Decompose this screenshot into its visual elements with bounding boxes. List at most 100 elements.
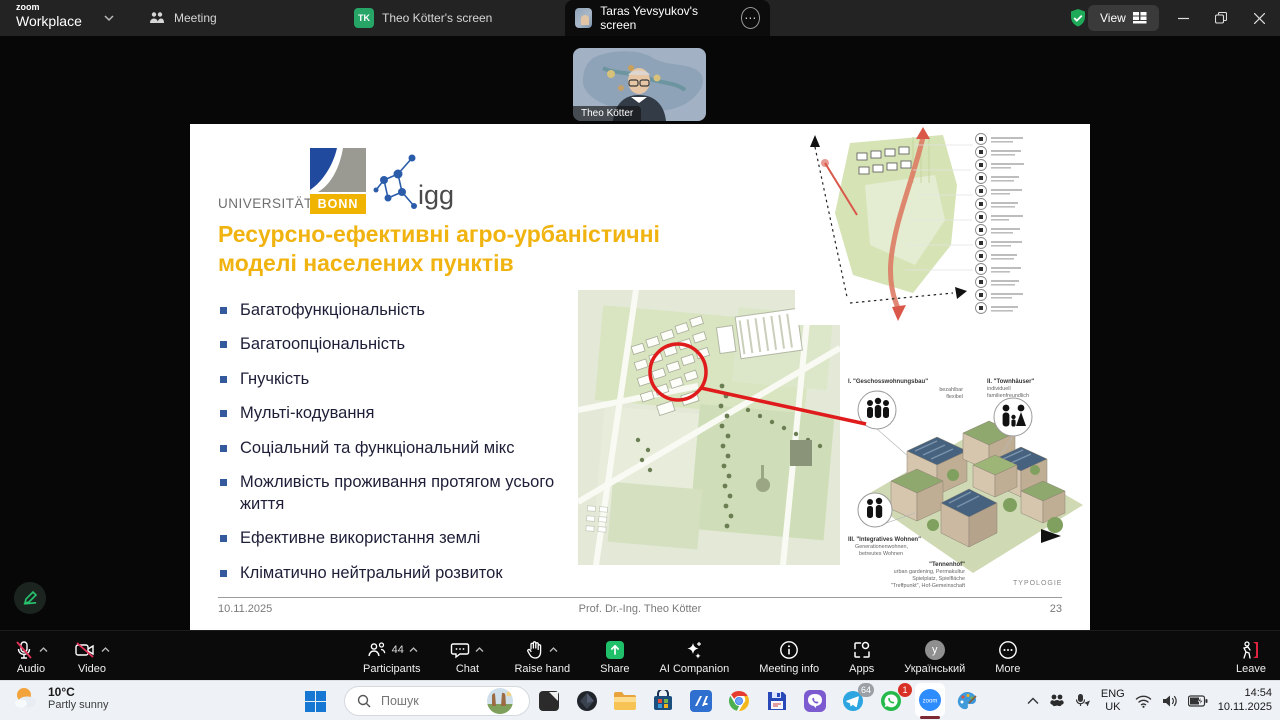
typology-label-2-sub2: familienfreundlich — [987, 393, 1029, 399]
tray-chevron-up-icon[interactable] — [1027, 697, 1039, 705]
video-tile-theo[interactable]: Theo Kötter — [573, 48, 706, 121]
ai-companion-icon — [684, 640, 704, 660]
tab-taras-screen[interactable]: Taras Yevsyukov's screen ⋯ — [565, 0, 770, 36]
interpretation-label: Український — [904, 663, 965, 675]
typology-label-4-title: "Tennenhof" — [929, 562, 965, 568]
more-button[interactable]: More — [982, 631, 1033, 681]
typology-label-4-sub1: urban gardening, Permakultur — [894, 569, 966, 575]
annotate-button[interactable] — [14, 582, 46, 614]
tab-meeting[interactable]: Meeting — [138, 0, 227, 36]
search-input[interactable] — [379, 693, 479, 709]
bullet-item: Соціальний та функціональний мікс — [220, 438, 556, 459]
taskbar-app-ia-icon[interactable] — [686, 687, 716, 715]
windows-logo-icon — [305, 691, 326, 712]
tray-clock[interactable]: 14:54 10.11.2025 — [1218, 687, 1272, 715]
share-button[interactable]: Share — [587, 631, 642, 681]
start-button[interactable] — [300, 687, 330, 715]
meeting-info-button[interactable]: Meeting info — [746, 631, 832, 681]
taskbar-file-explorer-icon[interactable] — [610, 687, 640, 715]
language-indicator[interactable]: ENG UK — [1101, 688, 1125, 713]
view-button-label: View — [1100, 11, 1126, 25]
battery-charging-icon[interactable] — [1188, 695, 1208, 707]
video-label: Video — [78, 663, 106, 675]
wifi-icon[interactable] — [1135, 694, 1152, 708]
taskbar-medoc-floppy-icon[interactable] — [762, 687, 792, 715]
taskbar-whatsapp-icon[interactable]: 1 — [876, 687, 906, 715]
more-icon — [998, 640, 1018, 660]
minimize-button[interactable] — [1162, 0, 1204, 36]
video-button[interactable]: Video — [74, 631, 110, 681]
slide-title: Ресурсно-ефективні агро-урбаністичні мод… — [218, 220, 778, 279]
taskbar-paint-icon[interactable] — [952, 687, 982, 715]
weather-desc: Partly sunny — [48, 699, 109, 711]
audio-options-chevron-icon[interactable] — [39, 647, 48, 653]
participants-button[interactable]: 44 Participants — [350, 631, 433, 681]
tab-more-options-icon[interactable]: ⋯ — [741, 7, 760, 29]
taskbar-chrome-icon[interactable] — [724, 687, 754, 715]
participants-chevron-icon[interactable] — [409, 647, 418, 653]
leave-button[interactable]: Leave — [1236, 631, 1266, 681]
logo-workplace-text: Workplace — [16, 14, 82, 28]
whatsapp-badge: 1 — [898, 683, 912, 697]
slide-page-number: 23 — [1050, 603, 1062, 615]
video-options-chevron-icon[interactable] — [101, 647, 110, 653]
audio-button[interactable]: Audio — [14, 631, 48, 681]
weather-temp: 10°C — [48, 685, 109, 699]
interpretation-button[interactable]: у Український — [891, 631, 978, 681]
taskbar-viber-icon[interactable] — [800, 687, 830, 715]
tray-mic-location-icon[interactable] — [1075, 693, 1091, 709]
igg-label: igg — [418, 180, 454, 211]
speaker-icon[interactable] — [1162, 694, 1178, 708]
taskbar-telegram-icon[interactable]: 64 — [838, 687, 868, 715]
close-button[interactable] — [1238, 0, 1280, 36]
tab-meeting-label: Meeting — [174, 11, 217, 25]
bullet-item: Мульті-кодування — [220, 403, 556, 424]
typology-label-4-sub3: "Treffpunkt", Hof-Gemeinschaft — [891, 583, 966, 589]
more-label: More — [995, 663, 1020, 675]
tk-avatar: TK — [354, 8, 374, 28]
share-screen-icon — [605, 640, 625, 660]
search-highlight-image[interactable] — [487, 688, 513, 714]
tray-app-icon[interactable] — [1049, 693, 1065, 709]
taskbar-zoom-icon[interactable]: zoom — [915, 683, 945, 717]
participants-icon — [366, 640, 387, 660]
taskbar-app-dark-square-icon[interactable] — [534, 687, 564, 715]
view-button[interactable]: View — [1088, 5, 1159, 31]
audio-label: Audio — [17, 663, 45, 675]
meeting-people-icon — [148, 9, 166, 27]
bullet-item: Гнучкість — [220, 369, 556, 390]
chat-chevron-icon[interactable] — [475, 647, 484, 653]
raise-hand-button[interactable]: Raise hand — [501, 631, 583, 681]
typology-label-2-title: II. "Townhäuser" — [987, 379, 1034, 385]
weather-widget[interactable]: 10°C Partly sunny — [12, 685, 109, 711]
typology-label-2-sub1: individuell — [987, 386, 1011, 392]
share-label: Share — [600, 663, 629, 675]
maximize-button[interactable] — [1200, 0, 1242, 36]
zoom-toolbar: Audio Video — [0, 630, 1280, 680]
meeting-info-label: Meeting info — [759, 663, 819, 675]
shared-slide: UNIVERSITÄT BONN igg Ресурсно-ефективні … — [190, 124, 1090, 630]
typology-label-1-sub2: flexibel — [946, 394, 963, 400]
leave-label: Leave — [1236, 663, 1266, 675]
housing-typology-figure: I. "Geschosswohnungsbau" bezahlbar flexi… — [845, 355, 1090, 590]
raise-hand-label: Raise hand — [514, 663, 570, 675]
window-titlebar: zoom Workplace Meeting TK Theo Kötter's … — [0, 0, 1280, 36]
view-grid-icon — [1133, 12, 1147, 24]
apps-button[interactable]: Apps — [836, 631, 887, 681]
security-shield-icon[interactable] — [1068, 8, 1088, 28]
chat-button[interactable]: Chat — [437, 631, 497, 681]
bullet-item: Багатофункціональність — [220, 300, 556, 321]
chevron-down-icon[interactable] — [104, 13, 114, 23]
raise-hand-chevron-icon[interactable] — [549, 647, 558, 653]
windows-taskbar: 10°C Partly sunny — [0, 680, 1280, 720]
taskbar-app-sphere-icon[interactable] — [572, 687, 602, 715]
taskbar-search[interactable] — [344, 686, 530, 716]
ai-companion-button[interactable]: AI Companion — [647, 631, 743, 681]
telegram-badge: 64 — [858, 683, 874, 697]
typology-label-3-sub1: Generationenwohnen, — [855, 544, 909, 550]
tab-theo-screen[interactable]: TK Theo Kötter's screen — [344, 0, 502, 36]
minimize-icon — [1178, 13, 1189, 24]
taskbar-store-icon[interactable] — [648, 687, 678, 715]
zoom-active-indicator — [920, 716, 940, 719]
logo-zoom-text: zoom — [16, 3, 82, 12]
